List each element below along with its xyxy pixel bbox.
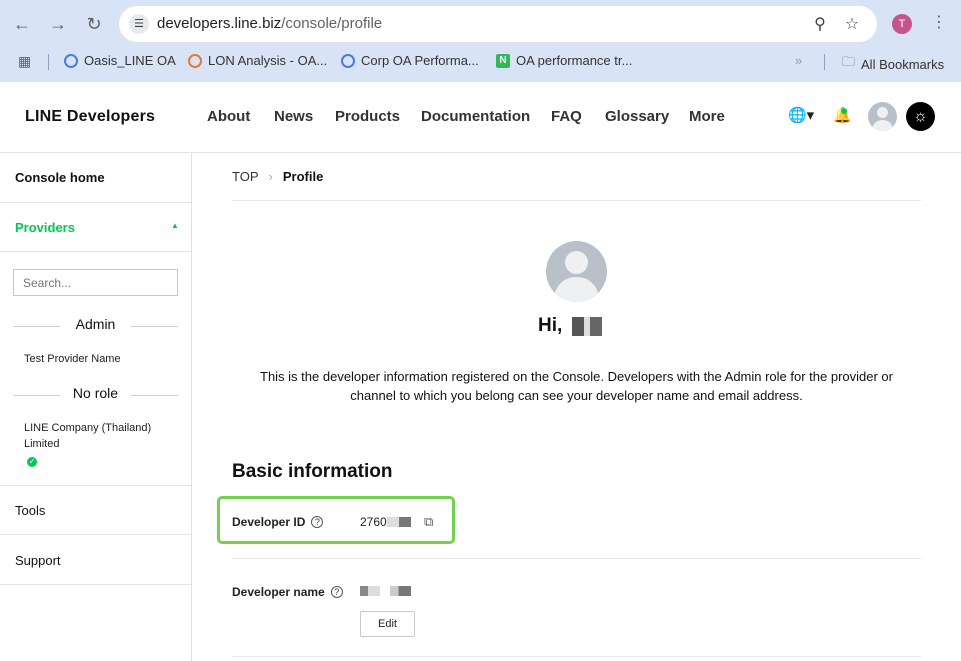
divider xyxy=(232,656,921,657)
bookmark-favicon-icon xyxy=(341,53,355,68)
sidebar: Console home Providers ▲ Admin Test Prov… xyxy=(0,153,192,661)
forward-arrow-icon[interactable]: → xyxy=(46,12,70,36)
nav-faq[interactable]: FAQ xyxy=(551,108,605,125)
sidebar-item-support[interactable]: Support xyxy=(0,535,191,585)
apps-grid-icon[interactable]: ▦ xyxy=(18,53,31,70)
browser-menu-icon[interactable]: ⋮ xyxy=(931,12,947,32)
address-bar[interactable]: ☰ developers.line.biz/console/profile ⚲ … xyxy=(119,6,877,42)
main-nav: About News Products Documentation FAQ Gl… xyxy=(207,108,725,125)
sidebar-item-tools[interactable]: Tools xyxy=(0,485,191,535)
redacted-name xyxy=(572,316,603,336)
breadcrumb-chevron-icon: › xyxy=(268,169,273,184)
help-icon[interactable]: ? xyxy=(311,516,324,528)
nav-products[interactable]: Products xyxy=(335,108,421,125)
developer-name-value xyxy=(360,586,411,596)
profile-avatar xyxy=(546,241,607,302)
breadcrumb-current: Profile xyxy=(282,169,324,184)
developer-name-label: Developer name ? xyxy=(232,585,343,599)
nav-about[interactable]: About xyxy=(207,108,274,125)
developer-id-label: Developer ID ? xyxy=(232,515,324,529)
sidebar-item-label: Providers xyxy=(15,220,75,235)
nav-more[interactable]: More xyxy=(689,108,725,125)
copy-icon[interactable]: ⧉ xyxy=(424,514,433,530)
bookmarks-bar: ▦ Oasis_LINE OA LON Analysis - OA... Cor… xyxy=(0,48,961,74)
browser-toolbar: ← → ↻ ☰ developers.line.biz/console/prof… xyxy=(0,0,961,48)
bookmark-separator xyxy=(48,54,49,70)
back-arrow-icon[interactable]: ← xyxy=(10,12,34,36)
sidebar-item-label: Console home xyxy=(15,170,105,185)
chevron-up-icon: ▲ xyxy=(171,221,179,230)
all-bookmarks-button[interactable]: 🗀 All Bookmarks xyxy=(842,53,944,75)
bookmark-favicon-icon xyxy=(64,53,78,68)
folder-icon: 🗀 xyxy=(842,54,856,69)
greeting: Hi, xyxy=(538,315,603,337)
browser-profile-avatar[interactable]: T xyxy=(892,14,912,34)
sidebar-item-console-home[interactable]: Console home xyxy=(0,153,191,203)
redacted-id xyxy=(386,517,411,527)
divider xyxy=(232,558,921,559)
url-text[interactable]: developers.line.biz/console/profile xyxy=(157,15,382,32)
provider-item-test[interactable]: Test Provider Name xyxy=(24,351,121,367)
sidebar-item-label: Tools xyxy=(15,503,46,518)
main-content: TOP › Profile Hi, This is the developer … xyxy=(192,153,961,661)
profile-intro-text: This is the developer information regist… xyxy=(260,369,893,403)
site-settings-icon[interactable]: ☰ xyxy=(129,14,149,34)
site-header: LINE Developers About News Products Docu… xyxy=(0,82,961,153)
provider-search-input[interactable] xyxy=(13,269,178,296)
theme-toggle-icon[interactable]: ☼ xyxy=(906,102,935,131)
bookmarks-overflow-icon[interactable]: » xyxy=(795,53,802,68)
notification-dot xyxy=(841,108,847,114)
nav-glossary[interactable]: Glossary xyxy=(605,108,689,125)
globe-icon[interactable]: 🌐▾ xyxy=(788,106,814,124)
browser-chrome: ← → ↻ ☰ developers.line.biz/console/prof… xyxy=(0,0,961,82)
breadcrumb: TOP › Profile xyxy=(232,169,323,184)
site-logo[interactable]: LINE Developers xyxy=(25,108,155,126)
redacted-first-name xyxy=(360,586,380,596)
bookmark-item[interactable]: N OA performance tr... xyxy=(496,53,632,68)
divider xyxy=(232,200,921,201)
bookmark-item[interactable]: Corp OA Performa... xyxy=(341,53,479,68)
redacted-last-name xyxy=(390,586,411,596)
verified-badge-icon: ✓ xyxy=(27,457,37,467)
reload-icon[interactable]: ↻ xyxy=(82,12,106,36)
bookmark-item[interactable]: Oasis_LINE OA xyxy=(64,53,176,68)
developer-id-value: 2760 xyxy=(360,515,411,529)
bookmark-separator xyxy=(824,54,825,70)
zoom-icon[interactable]: ⚲ xyxy=(810,14,830,34)
breadcrumb-top[interactable]: TOP xyxy=(232,169,259,184)
divider xyxy=(0,251,191,252)
notion-favicon-icon: N xyxy=(496,53,510,68)
bookmark-star-icon[interactable]: ☆ xyxy=(842,14,862,34)
provider-item-line-thailand[interactable]: LINE Company (Thailand) Limited xyxy=(24,420,164,452)
role-heading-norole: No role xyxy=(13,385,178,405)
bookmark-item[interactable]: LON Analysis - OA... xyxy=(188,53,327,68)
sidebar-item-providers[interactable]: Providers ▲ xyxy=(0,203,191,252)
help-icon[interactable]: ? xyxy=(330,586,343,598)
nav-news[interactable]: News xyxy=(274,108,335,125)
bookmark-favicon-icon xyxy=(188,53,202,68)
section-title: Basic information xyxy=(232,461,393,482)
nav-documentation[interactable]: Documentation xyxy=(421,108,551,125)
edit-button[interactable]: Edit xyxy=(360,611,415,637)
role-heading-admin: Admin xyxy=(13,316,178,336)
user-avatar[interactable] xyxy=(868,102,897,131)
sidebar-item-label: Support xyxy=(15,553,61,568)
